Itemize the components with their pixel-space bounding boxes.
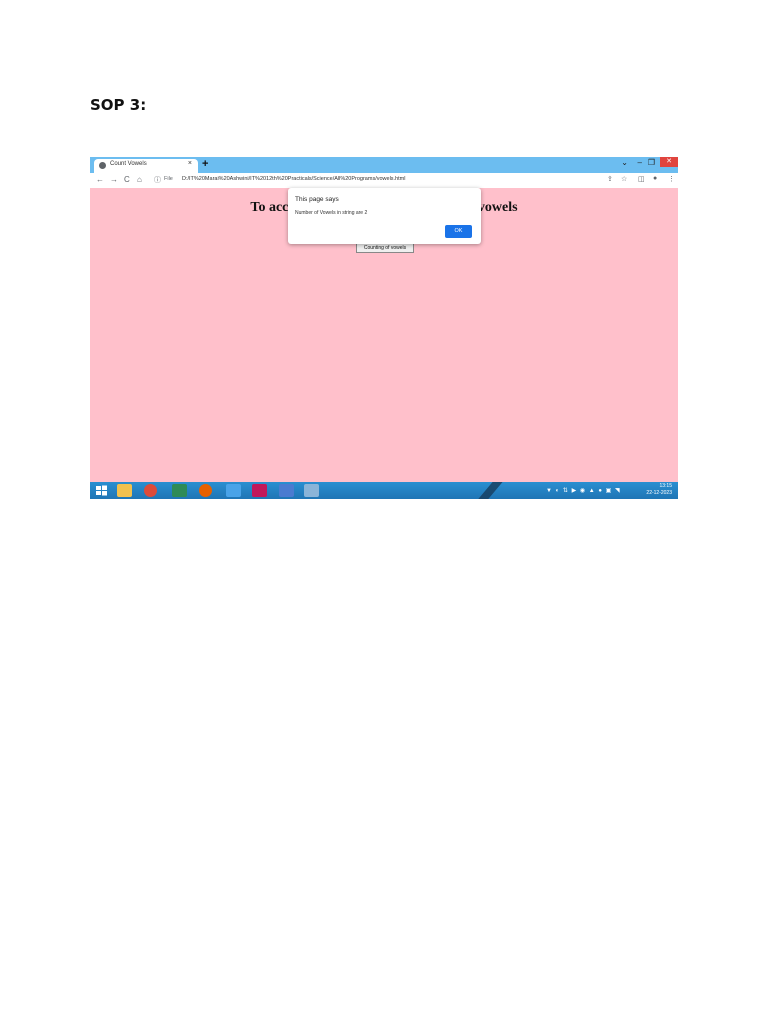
close-window-button[interactable]: ✕ (660, 157, 678, 167)
chrome-icon[interactable] (144, 484, 157, 497)
wps-office-icon[interactable] (252, 484, 267, 497)
share-icon[interactable]: ⇪ (607, 175, 613, 183)
store-icon[interactable] (172, 484, 187, 497)
tab-title: Count Vowels (110, 161, 147, 167)
browser-toolbar: ← → C ⌂ ⓘ File D:/IT%20Marai%20Ashwini/I… (90, 173, 678, 188)
app-icon[interactable] (304, 484, 319, 497)
browser-screenshot: Count Vowels × + ⌄ – ❐ ✕ ← → C ⌂ ⓘ File … (90, 157, 678, 499)
firefox-icon[interactable] (199, 484, 212, 497)
count-vowels-button[interactable]: Counting of vowels (356, 243, 414, 253)
info-icon[interactable]: ⓘ (154, 175, 161, 185)
system-tray-icons[interactable]: ▼ ◐ ⇅ ▶ ◉ ▲ ● ▣ ◥ (546, 487, 621, 494)
clock-date[interactable]: 22-12-2023 (646, 490, 672, 496)
forward-button[interactable]: → (110, 175, 118, 184)
dialog-title: This page says (295, 196, 339, 203)
maximize-button[interactable]: ❐ (648, 158, 655, 167)
windows-start-icon[interactable] (94, 484, 109, 497)
url-scheme: File (164, 176, 173, 182)
taskbar-decoration (474, 482, 506, 499)
globe-icon (99, 162, 106, 169)
menu-icon[interactable]: ⋮ (668, 175, 675, 183)
tab-count-vowels[interactable]: Count Vowels × (94, 159, 198, 173)
home-button[interactable]: ⌂ (137, 175, 142, 184)
back-button[interactable]: ← (96, 175, 104, 184)
reload-button[interactable]: C (124, 175, 130, 184)
clock-time[interactable]: 13:15 (659, 483, 672, 489)
alert-dialog: This page says Number of Vowels in strin… (288, 188, 481, 244)
url-text: D:/IT%20Marai%20Ashwini/IT%2012th%20Prac… (182, 176, 406, 182)
side-panel-icon[interactable]: ◫ (638, 175, 645, 183)
taskbar: ▼ ◐ ⇅ ▶ ◉ ▲ ● ▣ ◥ 13:15 22-12-2023 (90, 482, 678, 499)
minimize-button[interactable]: – (638, 158, 642, 167)
internet-explorer-icon[interactable] (226, 484, 241, 497)
tab-strip: Count Vowels × + ⌄ – ❐ ✕ (90, 157, 678, 173)
bookmark-star-icon[interactable]: ☆ (621, 175, 627, 183)
new-tab-button[interactable]: + (202, 158, 208, 170)
close-tab-icon[interactable]: × (188, 160, 192, 167)
document-heading: SOP 3: (90, 96, 147, 114)
ok-button[interactable]: OK (445, 225, 472, 238)
profile-icon[interactable]: ● (653, 175, 657, 182)
chevron-down-icon[interactable]: ⌄ (621, 158, 628, 167)
word-icon[interactable] (279, 484, 294, 497)
file-explorer-icon[interactable] (117, 484, 132, 497)
address-bar[interactable]: ⓘ File D:/IT%20Marai%20Ashwini/IT%2012th… (150, 175, 640, 186)
dialog-message: Number of Vowels in string are 2 (295, 210, 368, 216)
